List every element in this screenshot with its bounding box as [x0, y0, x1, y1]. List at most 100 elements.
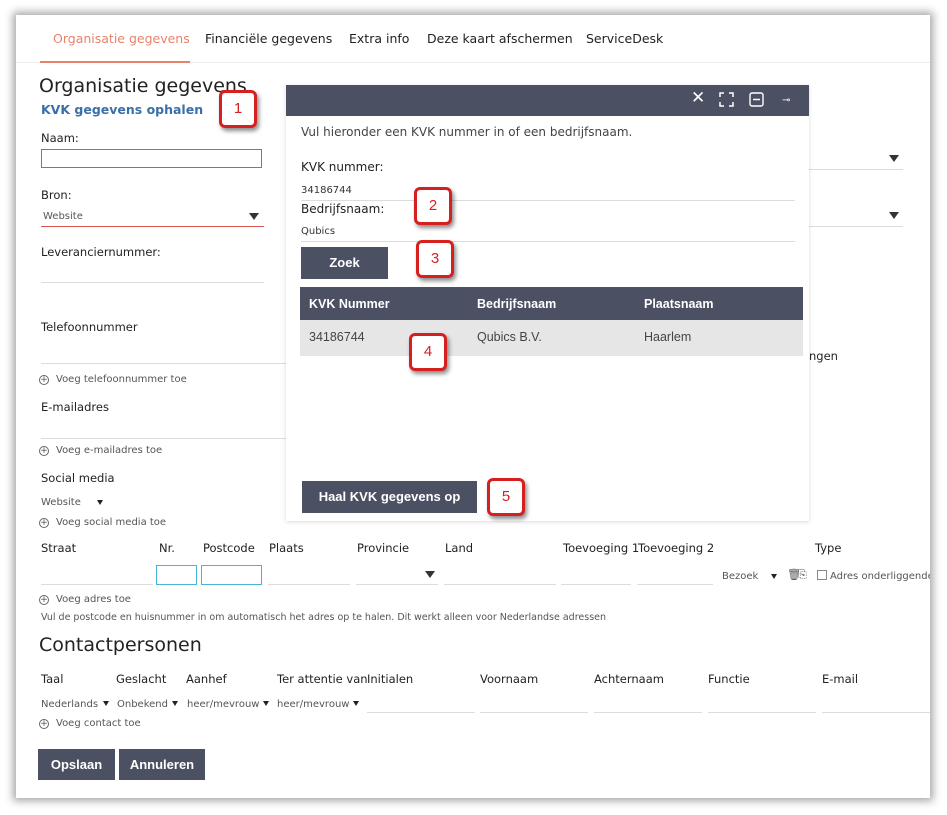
dropdown-arrow-icon[interactable] [353, 701, 359, 706]
right-field-underline [809, 226, 903, 227]
dropdown-arrow-icon[interactable] [172, 701, 178, 706]
bron-underline [41, 226, 264, 227]
plaats-input[interactable] [268, 584, 350, 585]
col-initialen: Initialen [367, 672, 414, 686]
copy-icon[interactable]: ⎘ [798, 568, 807, 582]
naam-label: Naam: [41, 131, 79, 145]
fetch-kvk-button[interactable]: Haal KVK gegevens op [302, 481, 477, 513]
geslacht-select[interactable]: Onbekend [117, 699, 168, 710]
th-bedrijfsnaam: Bedrijfsnaam [477, 297, 557, 311]
tab-servicedesk[interactable]: ServiceDesk [586, 31, 663, 46]
dropdown-arrow-icon[interactable] [103, 701, 109, 706]
add-address-link[interactable]: Voeg adres toe [56, 594, 131, 605]
col-aanhef: Aanhef [186, 672, 227, 686]
right-field-underline [809, 169, 903, 170]
cell-plaatsnaam: Haarlem [644, 330, 692, 344]
plus-circle-icon[interactable]: + [39, 719, 49, 729]
application-window: Organisatie gegevens Financiële gegevens… [16, 15, 930, 798]
kvk-nummer-label: KVK nummer: [301, 160, 384, 174]
tab-financiele-gegevens[interactable]: Financiële gegevens [205, 31, 332, 46]
naam-input[interactable] [41, 149, 262, 168]
close-icon[interactable]: ✕ [691, 90, 705, 107]
bron-label: Bron: [41, 188, 72, 202]
cell-kvk-nummer: 34186744 [309, 330, 365, 344]
col-geslacht: Geslacht [116, 672, 167, 686]
section-title: Organisatie gegevens [39, 75, 247, 97]
search-button[interactable]: Zoek [301, 247, 388, 279]
dropdown-arrow-icon[interactable] [771, 574, 777, 579]
plus-circle-icon[interactable]: + [39, 446, 49, 456]
col-ter-attentie: Ter attentie van [277, 672, 368, 686]
cell-bedrijfsnaam: Qubics B.V. [477, 330, 542, 344]
table-row[interactable]: 34186744 Qubics B.V. Haarlem [300, 320, 803, 356]
dropdown-arrow-icon[interactable] [889, 212, 899, 219]
bron-select[interactable]: Website [43, 211, 83, 222]
social-label: Social media [41, 471, 115, 485]
kvk-modal: ✕ ⊸ Vul hieronder een KVK nummer in of e… [286, 85, 809, 521]
dropdown-arrow-icon[interactable] [889, 155, 899, 162]
col-achternaam: Achternaam [594, 672, 664, 686]
email-input[interactable] [41, 438, 286, 439]
kvk-nummer-input[interactable]: 34186744 [301, 185, 352, 196]
results-table-header: KVK Nummer Bedrijfsnaam Plaatsnaam [300, 287, 803, 320]
dropdown-arrow-icon[interactable] [249, 213, 259, 220]
plus-circle-icon[interactable]: + [39, 595, 49, 605]
aanhef-select[interactable]: heer/mevrouw [187, 699, 259, 710]
leverancier-label: Leveranciernummer: [41, 245, 161, 259]
add-contact-link[interactable]: Voeg contact toe [56, 718, 141, 729]
th-plaatsnaam: Plaatsnaam [644, 297, 714, 311]
add-email-link[interactable]: Voeg e-mailadres toe [56, 445, 162, 456]
land-input[interactable] [444, 584, 556, 585]
dropdown-arrow-icon[interactable] [425, 571, 435, 578]
type-select[interactable]: Bezoek [722, 571, 758, 582]
add-social-link[interactable]: Voeg social media toe [56, 517, 166, 528]
callout-1: 1 [219, 90, 257, 128]
tab-kaart-afschermen[interactable]: Deze kaart afschermen [427, 31, 573, 46]
plus-circle-icon[interactable]: + [39, 375, 49, 385]
pin-icon[interactable]: ⊸ [782, 93, 790, 109]
telefoon-label: Telefoonnummer [41, 320, 138, 334]
ter-attentie-select[interactable]: heer/mevrouw [277, 699, 349, 710]
social-select[interactable]: Website [41, 497, 81, 508]
col-straat: Straat [41, 541, 77, 555]
toevoeging2-input[interactable] [637, 584, 713, 585]
telefoon-input[interactable] [41, 363, 286, 364]
tab-organisatie-gegevens[interactable]: Organisatie gegevens [53, 31, 190, 46]
col-functie: Functie [708, 672, 750, 686]
dropdown-arrow-icon[interactable] [97, 500, 103, 505]
modal-instructions: Vul hieronder een KVK nummer in of een b… [301, 125, 633, 139]
provincie-select[interactable] [356, 584, 438, 585]
achternaam-input[interactable] [594, 712, 702, 713]
minimize-icon[interactable] [749, 92, 765, 108]
voornaam-input[interactable] [480, 712, 588, 713]
dropdown-arrow-icon[interactable] [263, 701, 269, 706]
nr-input[interactable] [156, 565, 197, 585]
toevoeging1-input[interactable] [561, 584, 631, 585]
kvk-fetch-link[interactable]: KVK gegevens ophalen [41, 102, 203, 117]
postcode-input[interactable] [201, 565, 262, 585]
tab-extra-info[interactable]: Extra info [349, 31, 409, 46]
adres-onderliggende-checkbox[interactable] [817, 570, 827, 580]
maximize-icon[interactable] [719, 92, 735, 108]
bedrijfsnaam-input[interactable]: Qubics [301, 226, 335, 237]
save-button[interactable]: Opslaan [38, 749, 115, 780]
col-land: Land [445, 541, 474, 555]
bedrijfsnaam-underline [301, 241, 795, 242]
functie-input[interactable] [708, 712, 816, 713]
taal-select[interactable]: Nederlands [41, 699, 98, 710]
col-email: E-mail [822, 672, 859, 686]
kvk-input-underline [301, 200, 795, 201]
add-phone-link[interactable]: Voeg telefoonnummer toe [56, 374, 187, 385]
col-provincie: Provincie [357, 541, 410, 555]
callout-4: 4 [409, 333, 447, 371]
address-hint: Vul de postcode en huisnummer in om auto… [41, 612, 607, 623]
email-contact-input[interactable] [822, 712, 930, 713]
plus-circle-icon[interactable]: + [39, 518, 49, 528]
cancel-button[interactable]: Annuleren [119, 749, 205, 780]
email-label: E-mailadres [41, 400, 109, 414]
leverancier-input[interactable] [41, 282, 264, 283]
contacts-title: Contactpersonen [39, 634, 202, 656]
active-tab-indicator [40, 61, 190, 63]
initialen-input[interactable] [367, 712, 475, 713]
straat-input[interactable] [41, 584, 153, 585]
